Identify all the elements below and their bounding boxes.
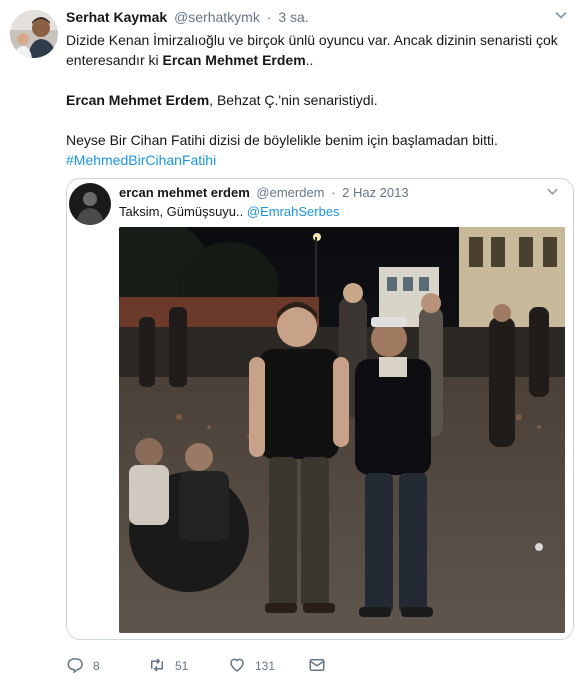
tweet-text-segment: ..	[305, 52, 314, 68]
meta-separator: ·	[331, 185, 336, 200]
retweet-icon	[148, 656, 166, 677]
hashtag-link[interactable]: #MehmedBirCihanFatihi	[66, 152, 216, 168]
like-button[interactable]: 131	[228, 656, 275, 676]
quoted-header: ercan mehmet erdem @emerdem · 2 Haz 2013	[119, 185, 409, 201]
like-icon	[228, 656, 246, 677]
tweet-time[interactable]: 3 sa.	[278, 9, 308, 25]
chevron-down-icon[interactable]	[554, 8, 568, 22]
tweet-text: Dizide Kenan İmirzalıoğlu ve birçok ünlü…	[66, 30, 566, 170]
bold-name: Ercan Mehmet Erdem	[66, 92, 210, 108]
quoted-date[interactable]: 2 Haz 2013	[342, 185, 409, 200]
tweet-paragraph-2: Ercan Mehmet Erdem, Behzat Ç.'nin senari…	[66, 90, 566, 110]
tweet-paragraph-3: Neyse Bir Cihan Fatihi dizisi de böyleli…	[66, 132, 498, 148]
author-name[interactable]: Serhat Kaymak	[66, 9, 167, 25]
author-avatar[interactable]	[10, 10, 58, 58]
reply-icon	[66, 656, 84, 677]
quoted-author-name[interactable]: ercan mehmet erdem	[119, 185, 250, 200]
bold-name: Ercan Mehmet Erdem	[162, 52, 306, 68]
tweet-header: Serhat Kaymak @serhatkymk · 3 sa.	[66, 8, 309, 26]
meta-separator: ·	[266, 9, 272, 25]
quoted-photo[interactable]	[119, 227, 565, 633]
quoted-author-handle[interactable]: @emerdem	[256, 185, 324, 200]
tweet-paragraph-1: Dizide Kenan İmirzalıoğlu ve birçok ünlü…	[66, 30, 566, 70]
quoted-author-avatar[interactable]	[69, 183, 111, 225]
direct-message-icon	[308, 656, 326, 677]
author-handle[interactable]: @serhatkymk	[174, 9, 260, 25]
retweet-button[interactable]: 51	[148, 656, 188, 676]
mention-link[interactable]: @EmrahSerbes	[247, 204, 340, 219]
retweet-count: 51	[175, 659, 189, 673]
reply-button[interactable]: 8	[66, 656, 100, 676]
reply-count: 8	[93, 659, 100, 673]
direct-message-button[interactable]	[308, 656, 326, 676]
tweet-card: Serhat Kaymak @serhatkymk · 3 sa. Dizide…	[0, 0, 584, 684]
quoted-text: Taksim, Gümüşsuyu.. @EmrahSerbes	[119, 204, 340, 220]
chevron-down-icon[interactable]	[546, 185, 559, 198]
quoted-tweet[interactable]: ercan mehmet erdem @emerdem · 2 Haz 2013…	[66, 178, 574, 640]
quoted-text-segment: Taksim, Gümüşsuyu..	[119, 204, 247, 219]
tweet-text-segment: , Behzat Ç.'nin senaristiydi.	[209, 92, 378, 108]
like-count: 131	[255, 659, 276, 673]
